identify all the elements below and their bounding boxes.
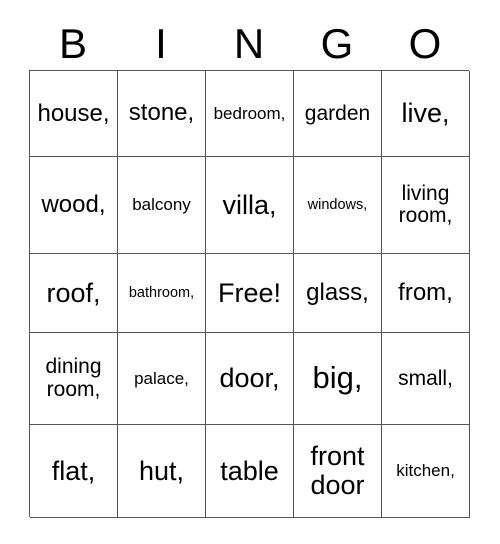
bingo-cell-label: door, xyxy=(219,363,280,394)
bingo-cell[interactable]: bedroom, xyxy=(206,71,294,157)
bingo-cell[interactable]: small, xyxy=(382,333,470,425)
bingo-cell[interactable]: garden xyxy=(294,71,382,157)
bingo-cell[interactable]: balcony xyxy=(118,157,206,254)
bingo-cell-label: kitchen, xyxy=(396,461,455,481)
bingo-cell[interactable]: table xyxy=(206,425,294,518)
bingo-cell-label: flat, xyxy=(51,455,96,486)
bingo-header-row: B I N G O xyxy=(29,18,469,70)
bingo-cell-label: glass, xyxy=(306,278,369,306)
bingo-cell-label: roof, xyxy=(46,277,101,308)
bingo-cell-label: table xyxy=(220,455,279,486)
bingo-cell[interactable]: big, xyxy=(294,333,382,425)
bingo-cell-free-space[interactable]: Free! xyxy=(206,254,294,333)
bingo-cell-label: hut, xyxy=(138,455,185,486)
bingo-cell[interactable]: palace, xyxy=(118,333,206,425)
bingo-cell[interactable]: stone, xyxy=(118,71,206,157)
bingo-header-letter-n: N xyxy=(205,18,293,70)
bingo-cell-label: dining room, xyxy=(45,355,102,401)
bingo-cell[interactable]: flat, xyxy=(30,425,118,518)
header-letter-text: N xyxy=(233,20,265,67)
bingo-cell-label: wood, xyxy=(41,190,106,218)
bingo-header-letter-b: B xyxy=(29,18,117,70)
bingo-cell[interactable]: villa, xyxy=(206,157,294,254)
bingo-cell[interactable]: bathroom, xyxy=(118,254,206,333)
bingo-cell[interactable]: door, xyxy=(206,333,294,425)
bingo-cell[interactable]: glass, xyxy=(294,254,382,333)
bingo-cell-label: villa, xyxy=(222,189,277,220)
header-letter-text: I xyxy=(155,20,167,67)
bingo-cell[interactable]: living room, xyxy=(382,157,470,254)
bingo-header-letter-i: I xyxy=(117,18,205,70)
bingo-header-letter-o: O xyxy=(381,18,469,70)
bingo-cell-label: palace, xyxy=(134,368,189,388)
bingo-cell[interactable]: dining room, xyxy=(30,333,118,425)
bingo-cell[interactable]: from, xyxy=(382,254,470,333)
bingo-cell[interactable]: house, xyxy=(30,71,118,157)
header-letter-text: B xyxy=(58,20,87,67)
bingo-cell-label: bedroom, xyxy=(213,103,286,123)
bingo-cell-label: balcony xyxy=(132,195,191,215)
bingo-cell-label: bathroom, xyxy=(128,284,195,301)
bingo-cell-label: from, xyxy=(398,278,453,306)
bingo-cell-label: front door xyxy=(310,441,365,500)
bingo-cell[interactable]: wood, xyxy=(30,157,118,254)
bingo-cell[interactable]: hut, xyxy=(118,425,206,518)
bingo-cell-label: live, xyxy=(401,98,450,129)
bingo-cell-label: Free! xyxy=(217,277,282,308)
bingo-cell[interactable]: roof, xyxy=(30,254,118,333)
bingo-cell-label: small, xyxy=(398,366,453,390)
bingo-header-letter-g: G xyxy=(293,18,381,70)
bingo-cell[interactable]: front door xyxy=(294,425,382,518)
bingo-cell-label: house, xyxy=(37,99,110,127)
header-letter-text: G xyxy=(320,20,354,67)
bingo-grid: house, stone, bedroom, garden live, wood… xyxy=(29,70,470,518)
bingo-cell-label: living room, xyxy=(398,181,453,227)
bingo-cell-label: stone, xyxy=(128,99,195,127)
bingo-cell-label: garden xyxy=(304,101,371,125)
header-letter-text: O xyxy=(408,20,442,67)
bingo-card: B I N G O house, stone, bedroom, garden … xyxy=(0,0,500,544)
bingo-cell[interactable]: windows, xyxy=(294,157,382,254)
bingo-cell-label: windows, xyxy=(307,196,368,213)
bingo-cell[interactable]: live, xyxy=(382,71,470,157)
bingo-cell[interactable]: kitchen, xyxy=(382,425,470,518)
bingo-cell-label: big, xyxy=(312,360,363,396)
